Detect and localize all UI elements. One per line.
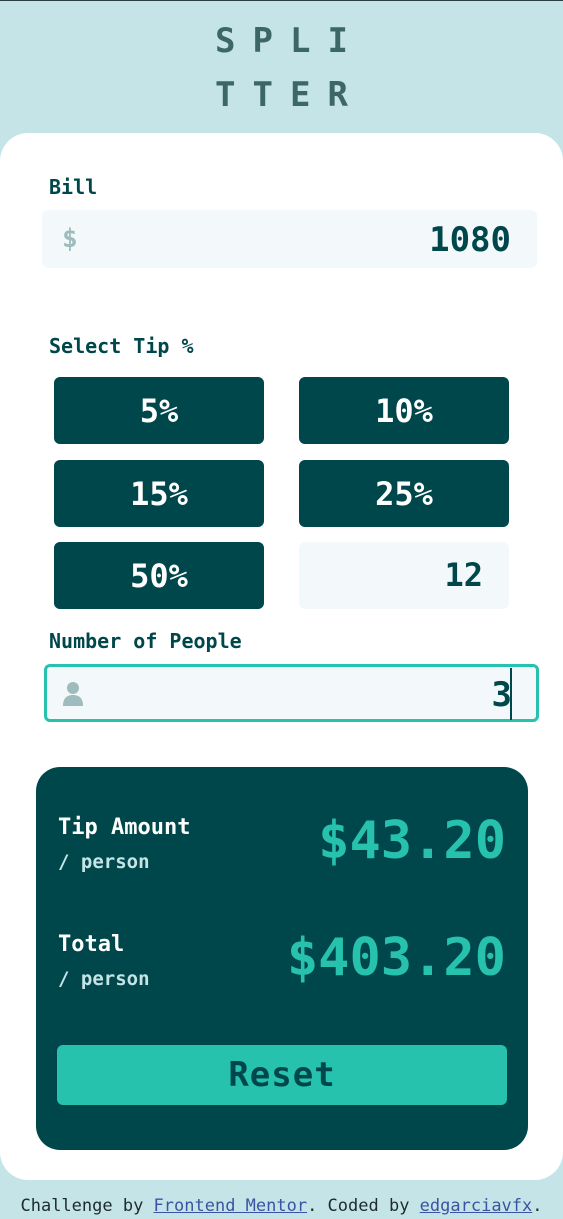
text-caret [510,668,512,720]
number-of-people-label: Number of People [49,629,242,653]
tip-50-button[interactable]: 50% [54,542,264,609]
custom-tip-input[interactable]: 12 [299,542,509,609]
logo: SPLI TTER [0,14,563,122]
logo-line-1: SPLI [215,21,365,61]
tip-10-button[interactable]: 10% [299,377,509,444]
select-tip-label: Select Tip % [49,334,194,358]
tip-5-button[interactable]: 5% [54,377,264,444]
author-link[interactable]: edgarciavfx [420,1196,533,1216]
calculator-card: Bill $ 1080 Select Tip % 5% 10% 15% 25% … [0,133,563,1180]
footer: Challenge by Frontend Mentor. Coded by e… [0,1196,563,1216]
person-icon [62,681,84,711]
footer-suffix: . [532,1196,543,1216]
bill-input[interactable]: $ 1080 [42,210,537,268]
total-title: Total [58,932,125,957]
tip-amount-title: Tip Amount [58,815,191,840]
bill-label: Bill [49,175,98,199]
total-value: $403.20 [286,928,506,988]
window-top-border [0,0,563,1]
footer-prefix: Challenge by [20,1196,154,1216]
tip-25-button[interactable]: 25% [299,460,509,527]
people-input[interactable]: 3 [44,664,539,722]
frontend-mentor-link[interactable]: Frontend Mentor [154,1196,308,1216]
dollar-icon: $ [62,224,78,254]
reset-button[interactable]: Reset [57,1045,507,1105]
logo-line-2: TTER [215,75,365,115]
results-panel: Tip Amount / person $43.20 Total / perso… [36,767,528,1150]
people-input-value: 3 [491,675,512,715]
tip-amount-per-person-label: / person [58,851,150,873]
tip-amount-value: $43.20 [318,811,506,871]
bill-input-value: 1080 [429,220,511,260]
footer-middle: . Coded by [307,1196,420,1216]
total-per-person-label: / person [58,968,150,990]
tip-15-button[interactable]: 15% [54,460,264,527]
